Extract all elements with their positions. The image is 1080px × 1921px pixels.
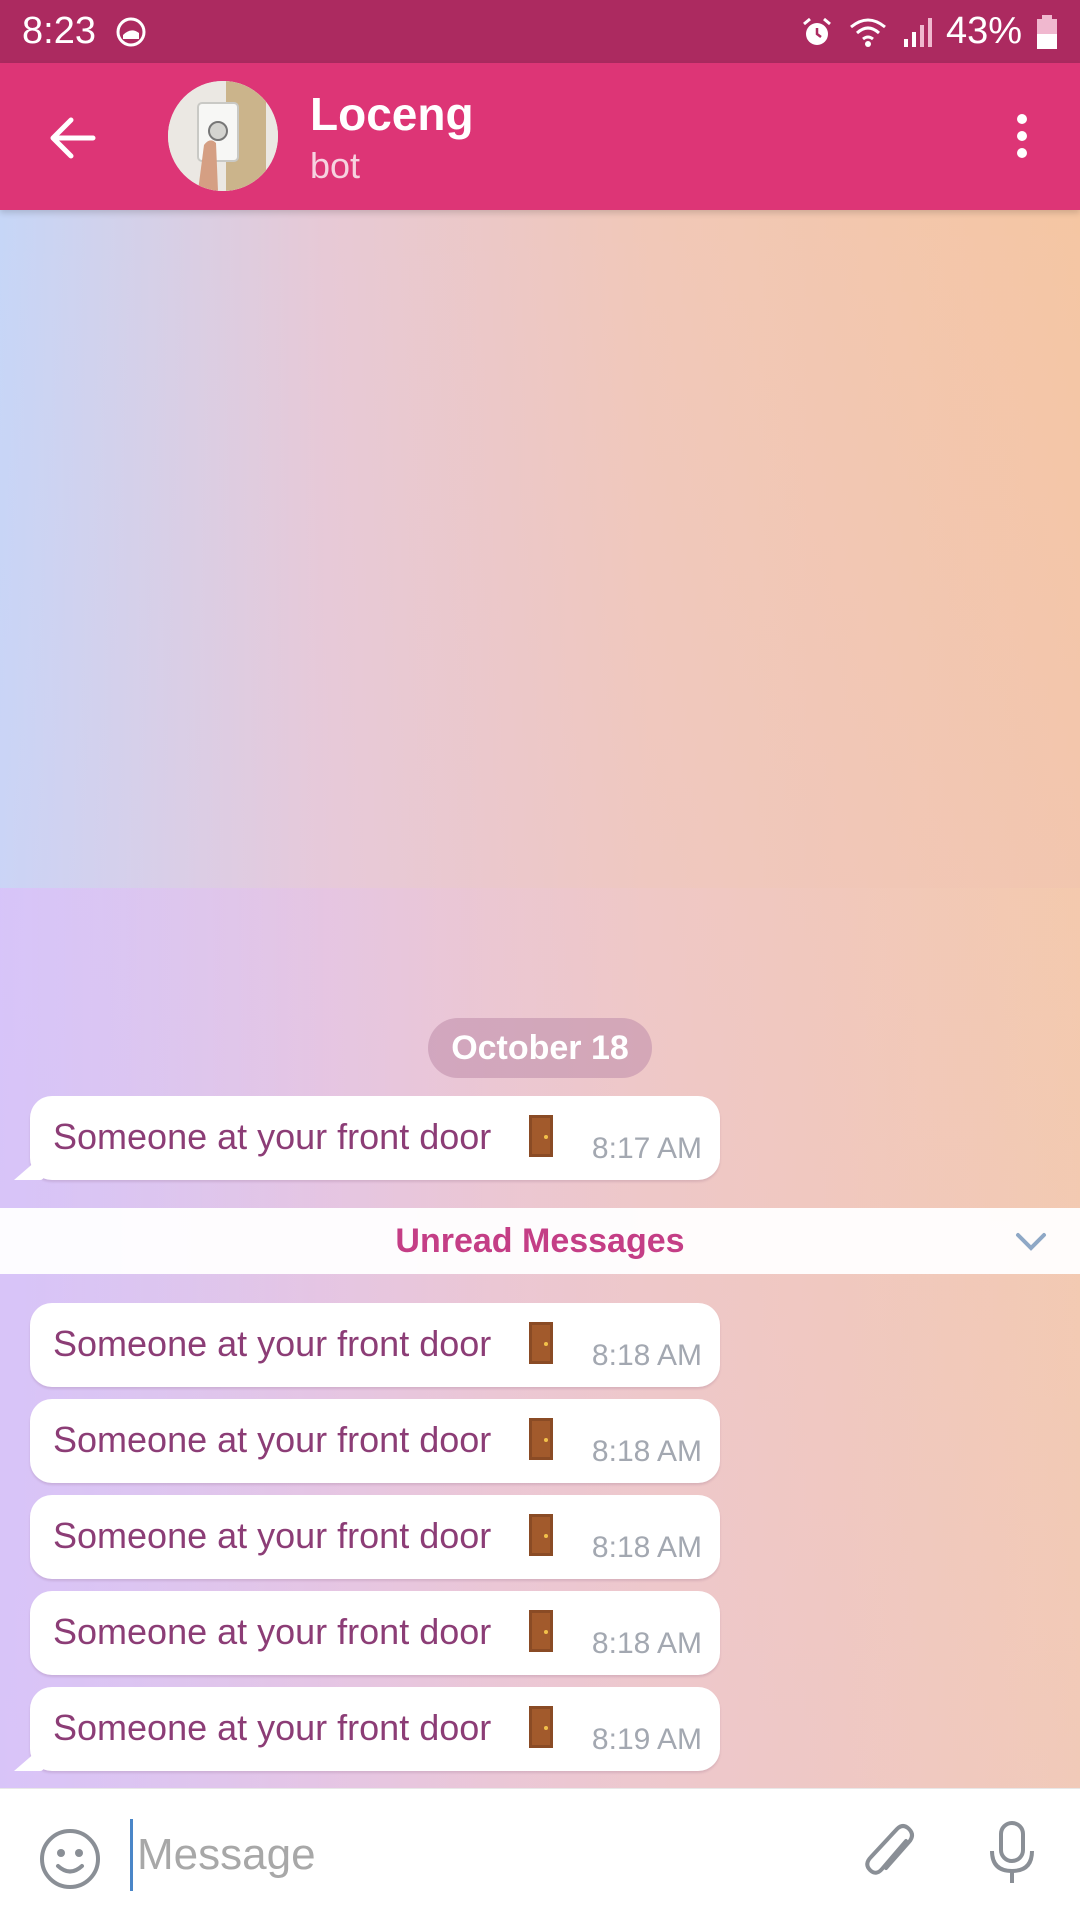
avatar[interactable] bbox=[168, 81, 278, 191]
date-chip: October 18 bbox=[428, 1018, 652, 1078]
back-button[interactable] bbox=[40, 107, 106, 173]
chat-title: Loceng bbox=[310, 88, 474, 140]
message-text: Someone at your front door bbox=[53, 1515, 492, 1556]
status-time: 8:23 bbox=[22, 10, 96, 52]
message-text: Someone at your front door bbox=[53, 1419, 492, 1460]
message-time: 8:18 AM bbox=[591, 1531, 702, 1564]
alarm-icon bbox=[800, 15, 834, 49]
unread-messages-divider: Unread Messages bbox=[0, 1208, 1080, 1274]
status-bar: 8:23 43% bbox=[0, 0, 1080, 63]
unread-label: Unread Messages bbox=[395, 1221, 685, 1260]
message-time: 8:18 AM bbox=[591, 1435, 702, 1468]
doorbell-photo-icon bbox=[168, 81, 278, 191]
door-icon bbox=[528, 1417, 554, 1461]
message-time: 8:19 AM bbox=[591, 1723, 702, 1756]
door-icon bbox=[528, 1513, 554, 1557]
message-text: Someone at your front door bbox=[53, 1611, 492, 1652]
message-time: 8:18 AM bbox=[591, 1627, 702, 1660]
door-icon bbox=[528, 1609, 554, 1653]
message-bubble[interactable]: Someone at your front door 8:19 AM bbox=[30, 1687, 720, 1771]
wifi-icon bbox=[848, 15, 888, 49]
arrow-left-icon bbox=[49, 116, 97, 165]
message-text: Someone at your front door bbox=[53, 1707, 492, 1748]
message-text: Someone at your front door bbox=[53, 1116, 492, 1157]
message-time: 8:18 AM bbox=[591, 1339, 702, 1372]
paperclip-icon[interactable] bbox=[860, 1821, 920, 1892]
chat-subtitle: bot bbox=[310, 145, 361, 186]
microphone-icon[interactable] bbox=[984, 1819, 1040, 1894]
status-left: 8:23 bbox=[22, 10, 148, 53]
battery-icon bbox=[1036, 14, 1058, 50]
chevron-down-icon[interactable] bbox=[1014, 1226, 1048, 1265]
emoji-smile-icon[interactable] bbox=[38, 1827, 102, 1896]
door-icon bbox=[528, 1705, 554, 1749]
signal-icon bbox=[902, 15, 932, 49]
message-bubble[interactable]: Someone at your front door 8:18 AM bbox=[30, 1591, 720, 1675]
more-vertical-icon bbox=[1015, 113, 1029, 164]
chat-area[interactable]: October 18 Someone at your front door 8:… bbox=[0, 210, 1080, 1788]
app-notification-icon bbox=[114, 15, 148, 49]
message-time: 8:17 AM bbox=[591, 1132, 702, 1165]
message-bubble[interactable]: Someone at your front door 8:18 AM bbox=[30, 1399, 720, 1483]
message-bubble[interactable]: Someone at your front door 8:18 AM bbox=[30, 1303, 720, 1387]
battery-percent: 43% bbox=[945, 10, 1022, 52]
message-text: Someone at your front door bbox=[53, 1323, 492, 1364]
more-options-button[interactable] bbox=[992, 103, 1052, 173]
status-right: 43% bbox=[800, 10, 1058, 53]
message-composer bbox=[0, 1788, 1080, 1921]
door-icon bbox=[528, 1114, 554, 1158]
message-bubble[interactable]: Someone at your front door 8:17 AM bbox=[30, 1096, 720, 1180]
chat-header: Loceng bot bbox=[0, 63, 1080, 210]
message-input[interactable] bbox=[130, 1819, 839, 1891]
message-bubble[interactable]: Someone at your front door 8:18 AM bbox=[30, 1495, 720, 1579]
door-icon bbox=[528, 1321, 554, 1365]
